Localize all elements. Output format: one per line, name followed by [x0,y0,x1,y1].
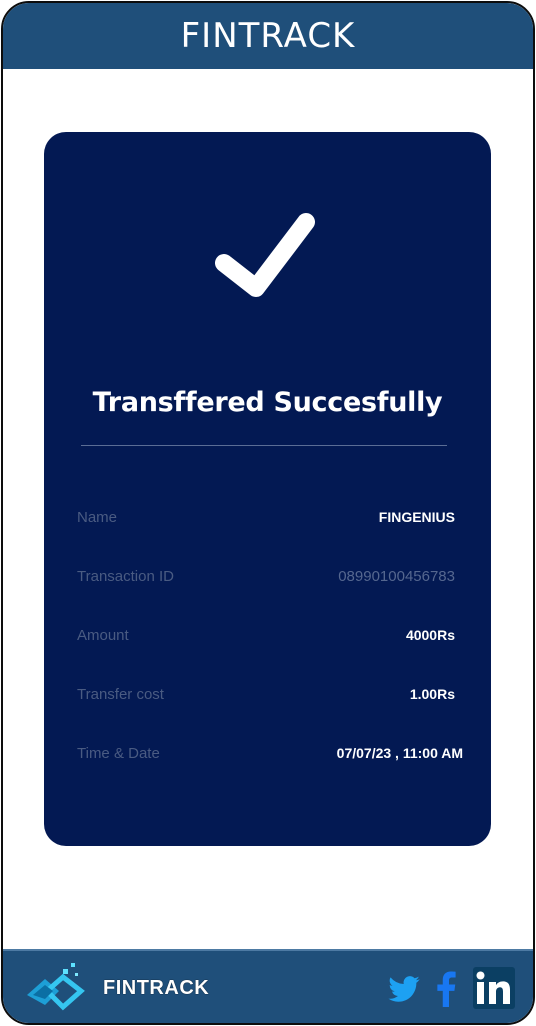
app-header: FINTRACK [3,3,533,69]
transfer-receipt-card: Transffered Succesfully Name FINGENIUS T… [44,132,491,846]
detail-row-time-date: Time & Date 07/07/23 , 11:00 AM [77,745,463,769]
detail-row-amount: Amount 4000Rs [77,627,455,651]
success-message: Transffered Succesfully [92,387,443,418]
footer-brand: FINTRACK [103,977,210,999]
detail-value: 08990100456783 [338,568,455,585]
detail-value: 4000Rs [405,627,455,643]
app-footer: FINTRACK [3,949,533,1023]
facebook-icon[interactable] [433,971,459,1007]
detail-label: Transaction ID [77,568,174,585]
detail-value: FINGENIUS [378,509,455,525]
phone-frame: FINTRACK Transffered Succesfully Name FI… [1,1,535,1025]
detail-value: 1.00Rs [409,686,455,702]
linkedin-icon[interactable] [473,967,515,1009]
footer-border [3,949,533,951]
detail-value: 07/07/23 , 11:00 AM [336,745,463,761]
fintrack-logo-icon [27,963,85,1011]
detail-label: Time & Date [77,745,160,762]
app-title: FINTRACK [180,16,356,56]
detail-row-transfer-cost: Transfer cost 1.00Rs [77,686,455,710]
detail-label: Amount [77,627,129,644]
twitter-icon[interactable] [387,971,421,1007]
checkmark-icon [215,213,315,297]
detail-label: Name [77,509,118,526]
detail-row-transaction-id: Transaction ID 08990100456783 [77,568,455,592]
detail-row-name: Name FINGENIUS [77,509,455,533]
detail-label: Transfer cost [77,686,164,703]
divider [81,445,447,446]
